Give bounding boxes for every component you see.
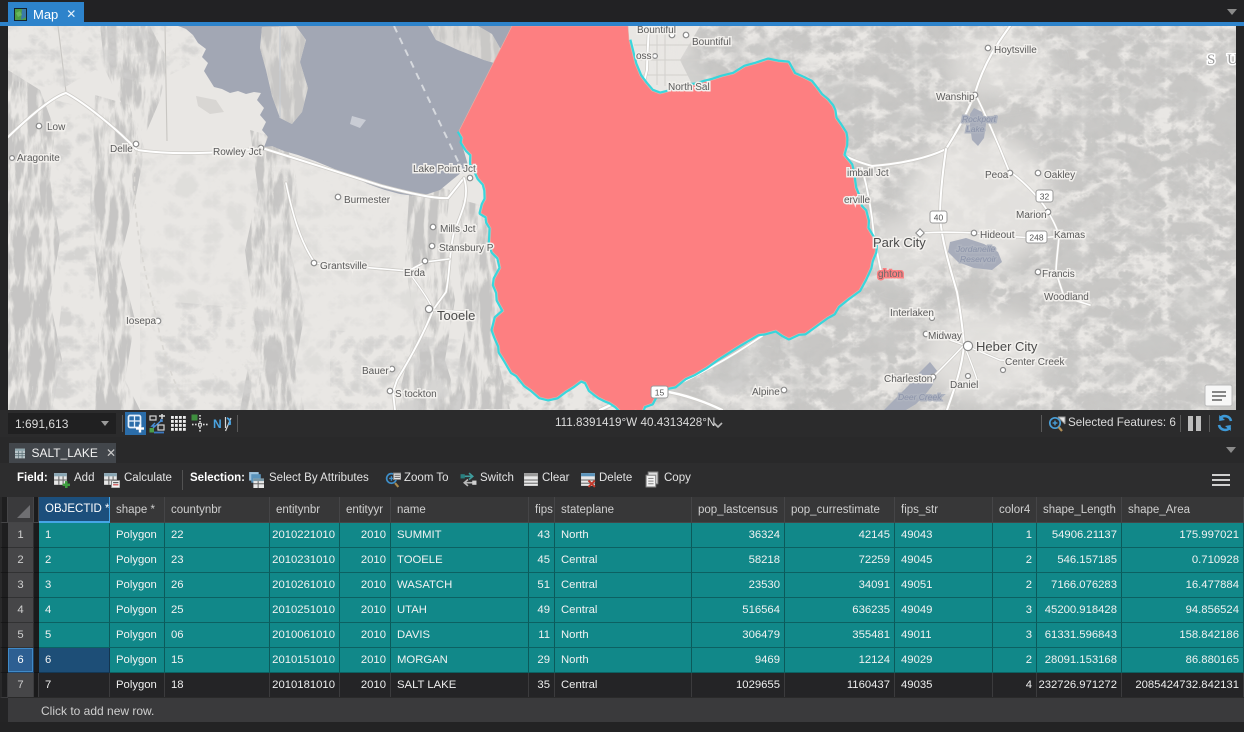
svg-text:Daniel: Daniel [950, 380, 978, 391]
svg-text:Mills Jct: Mills Jct [440, 224, 476, 235]
svg-text:Low: Low [47, 122, 66, 133]
svg-text:North Sal: North Sal [668, 82, 710, 93]
svg-text:15: 15 [655, 388, 665, 398]
svg-text:Francis: Francis [1042, 269, 1075, 280]
svg-text:Kamas: Kamas [1054, 230, 1085, 241]
svg-text:ghton: ghton [878, 269, 903, 280]
svg-text:Park City: Park City [873, 235, 926, 250]
svg-text:Reservoir: Reservoir [960, 254, 998, 264]
svg-text:Grantsville: Grantsville [320, 261, 368, 272]
svg-text:erville: erville [844, 195, 871, 206]
svg-text:Center Creek: Center Creek [1005, 357, 1065, 368]
svg-text:Charleston: Charleston [884, 374, 932, 385]
svg-text:Bountiful: Bountiful [692, 37, 731, 48]
svg-text:Alpine: Alpine [752, 387, 780, 398]
svg-text:Erda: Erda [404, 268, 426, 279]
svg-text:oss: oss [636, 51, 652, 62]
svg-text:Tooele: Tooele [437, 308, 475, 323]
svg-text:Bountiful: Bountiful [637, 26, 676, 36]
svg-text:248: 248 [1029, 233, 1043, 243]
svg-text:Peoa: Peoa [985, 170, 1009, 181]
svg-text:Jordanelle: Jordanelle [955, 244, 995, 254]
svg-text:Aragonite: Aragonite [17, 153, 60, 164]
svg-text:Marion: Marion [1016, 210, 1047, 221]
svg-text:N: N [213, 417, 222, 431]
svg-text:Burmester: Burmester [344, 195, 391, 206]
svg-text:Rockport: Rockport [962, 114, 997, 124]
svg-text:Delle: Delle [110, 144, 133, 155]
svg-text:S tockton: S tockton [395, 389, 437, 400]
svg-text:Oakley: Oakley [1044, 170, 1075, 181]
svg-text:Lake: Lake [966, 124, 985, 134]
svg-text:Hideout: Hideout [980, 230, 1015, 241]
svg-text:Heber City: Heber City [976, 339, 1038, 354]
svg-text:Iosepa: Iosepa [126, 316, 156, 327]
svg-text:Rowley Jct: Rowley Jct [213, 147, 262, 158]
svg-text:40: 40 [934, 213, 944, 223]
svg-text:Wanship: Wanship [936, 92, 975, 103]
svg-text:Stansbury P: Stansbury P [439, 243, 494, 254]
svg-text:Lake Point Jct: Lake Point Jct [413, 164, 476, 175]
svg-text:Bauer: Bauer [362, 366, 389, 377]
svg-text:S U: S U [1207, 52, 1236, 68]
svg-text:Interlaken: Interlaken [890, 308, 934, 319]
svg-text:Deer Creek: Deer Creek [898, 392, 942, 402]
svg-text:Midway: Midway [928, 331, 962, 342]
svg-text:Woodland: Woodland [1044, 292, 1089, 303]
svg-text:Hoytsville: Hoytsville [994, 45, 1037, 56]
svg-text:32: 32 [1040, 192, 1050, 202]
svg-text:imball Jct: imball Jct [847, 168, 889, 179]
